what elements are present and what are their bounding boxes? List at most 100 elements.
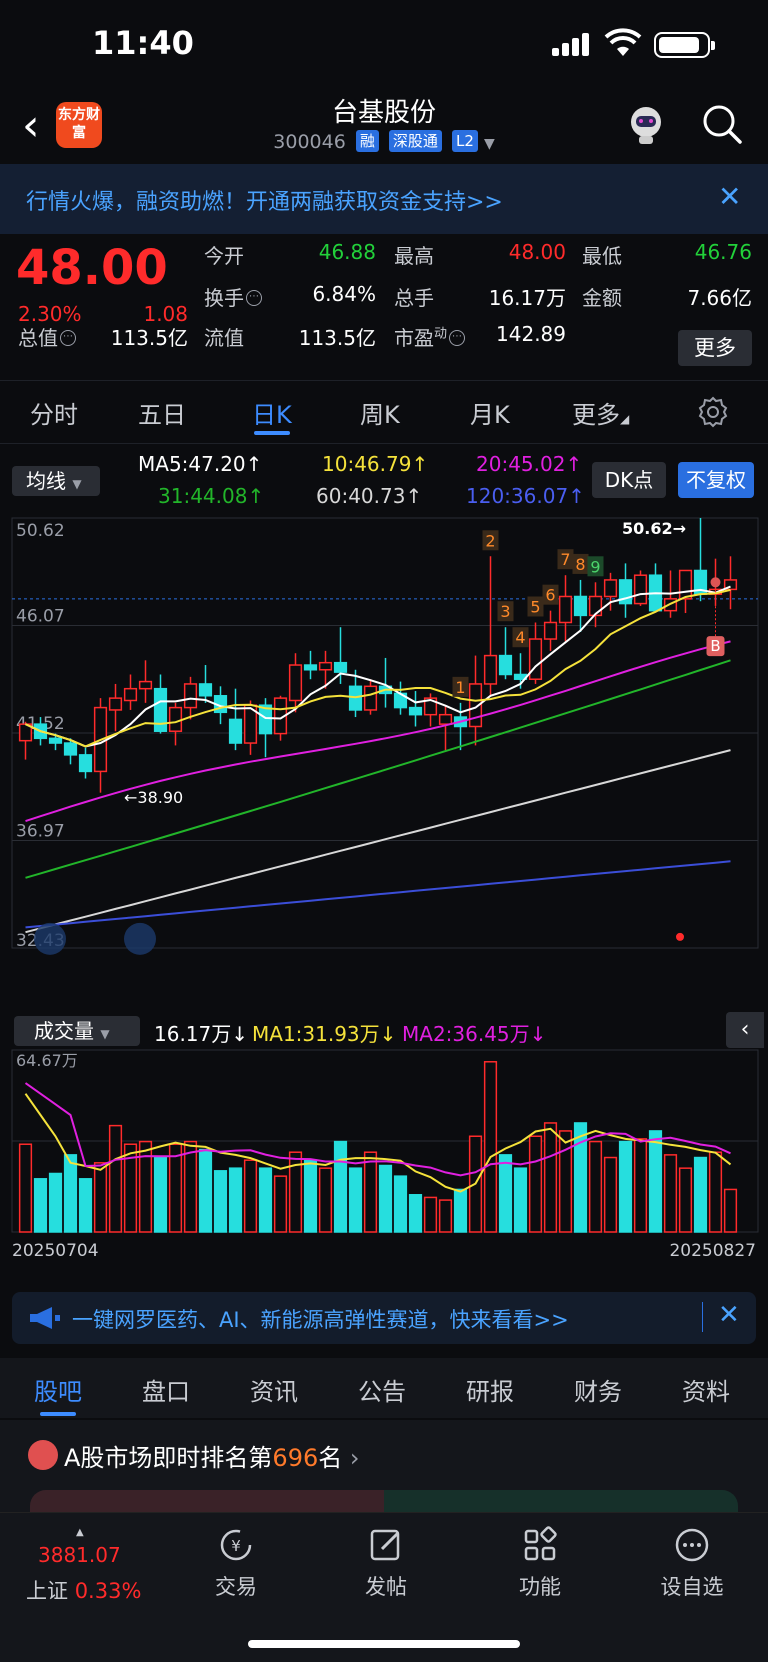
tab-news[interactable]: 资讯 — [250, 1372, 298, 1407]
status-bar: 11:40 — [0, 0, 768, 92]
volume-bar — [483, 1061, 498, 1233]
tag-connect: 深股通 — [388, 130, 442, 152]
volume-bar — [108, 1124, 123, 1233]
volume-bar — [378, 1164, 393, 1233]
dropdown-icon[interactable]: ▼ — [484, 136, 495, 152]
close-icon[interactable]: ✕ — [718, 1300, 740, 1330]
ma60-line — [25, 749, 731, 934]
promo-banner-bottom[interactable]: 一键网罗医药、AI、新能源高弹性赛道，快来看看>> ✕ — [12, 1292, 756, 1344]
volume-bar — [318, 1167, 333, 1233]
candle-body — [123, 687, 138, 702]
date-start: 20250704 — [12, 1241, 99, 1261]
volume-bar — [273, 1175, 288, 1233]
mcap-label[interactable]: 总值 ⋯ — [18, 322, 76, 351]
volume-bar — [303, 1159, 318, 1233]
tab-daily[interactable]: 日K — [252, 395, 292, 430]
td-marker-label: 2 — [485, 531, 495, 550]
candle-body — [288, 664, 303, 702]
volume-bar — [78, 1178, 93, 1233]
adjust-button[interactable]: 不复权 — [678, 462, 754, 498]
edit-icon — [370, 1529, 400, 1561]
nav-bar: ‹ 东方财富 台基股份 300046 融 深股通 L2 ▼ — [0, 92, 768, 162]
more-button[interactable]: 更多 — [678, 330, 752, 366]
tab-more[interactable]: 更多◢ — [572, 395, 629, 430]
volume-bar — [228, 1167, 243, 1233]
tab-profile[interactable]: 资料 — [682, 1372, 730, 1407]
signal-icon — [552, 32, 592, 56]
candle-body — [543, 621, 558, 640]
volume-bar — [693, 1156, 708, 1233]
volume-select[interactable]: 成交量 ▼ — [14, 1016, 140, 1046]
search-icon[interactable] — [700, 102, 744, 146]
info-icon[interactable]: ⋯ — [60, 330, 76, 346]
gear-icon[interactable] — [696, 395, 730, 429]
volume-bar — [558, 1130, 573, 1233]
tab-notices[interactable]: 公告 — [358, 1372, 406, 1407]
candle-body — [198, 683, 213, 697]
volume-bar — [363, 1151, 378, 1233]
rank-section[interactable]: A股市场即时排名第696名 › — [0, 1420, 768, 1520]
grid-icon — [524, 1526, 557, 1561]
volume-max-label: 64.67万 — [16, 1051, 78, 1070]
volume-chart[interactable]: 64.67万 20250704 20250827 — [0, 1048, 768, 1274]
volume-bar — [63, 1154, 78, 1233]
promo-bottom-text[interactable]: 一键网罗医药、AI、新能源高弹性赛道，快来看看>> — [72, 1304, 569, 1334]
collapse-icon[interactable]: ‹ — [726, 1012, 764, 1048]
tab-research[interactable]: 研报 — [466, 1372, 514, 1407]
dock-trade[interactable]: ¥ 交易 — [186, 1525, 286, 1601]
period-tabs: 分时 五日 日K 周K 月K 更多◢ — [0, 380, 768, 444]
candle-body — [138, 680, 153, 690]
volume-bar — [348, 1167, 363, 1233]
volume-bar — [528, 1135, 543, 1233]
high-value: 48.00 — [508, 240, 566, 264]
info-icon[interactable]: ⋯ — [246, 290, 262, 306]
tab-finance[interactable]: 财务 — [574, 1372, 622, 1407]
volume-bar — [168, 1143, 183, 1233]
tab-forum[interactable]: 股吧 — [34, 1372, 82, 1407]
last-price: 48.00 — [16, 240, 168, 296]
volume-bar — [453, 1188, 468, 1233]
ma120-label: 120:36.07↑ — [466, 484, 585, 508]
dock-functions[interactable]: 功能 — [490, 1525, 590, 1601]
more-icon — [675, 1528, 709, 1562]
volume-value: 16.17万↓ — [154, 1022, 249, 1046]
volume-bar — [588, 1140, 603, 1233]
candle-body — [333, 661, 348, 673]
td-sequence-marker: 7 — [557, 549, 574, 570]
rank-text[interactable]: A股市场即时排名第696名 › — [64, 1438, 359, 1473]
turnover-label[interactable]: 换手 ⋯ — [204, 282, 262, 311]
tab-intraday[interactable]: 分时 — [30, 395, 78, 430]
td-sequence-marker: 9 — [587, 556, 604, 577]
high-label: 最高 — [394, 244, 434, 268]
robot-icon[interactable] — [622, 100, 670, 148]
candlestick-chart[interactable]: 50.6246.0741.5236.9732.4350.62→←38.90123… — [0, 512, 768, 1012]
current-dot — [710, 577, 721, 588]
volume-bar — [93, 1162, 108, 1233]
tab-monthly[interactable]: 月K — [470, 395, 510, 430]
divider — [702, 1302, 703, 1332]
tag-l2: L2 — [451, 130, 478, 152]
promo-banner[interactable]: 行情火爆，融资助燃！开通两融获取资金支持>> ✕ — [0, 164, 768, 234]
content-tabs: 股吧 盘口 资讯 公告 研报 财务 资料 — [0, 1358, 768, 1418]
info-icon[interactable]: ⋯ — [449, 330, 466, 346]
dock-post[interactable]: 发帖 — [336, 1525, 436, 1601]
volume-bar — [573, 1122, 588, 1233]
turnover-value: 6.84% — [312, 282, 376, 306]
dock-watchlist[interactable]: 设自选 — [642, 1525, 742, 1601]
pe-label[interactable]: 市盈动 ⋯ — [394, 322, 466, 351]
y-tick-label: 50.62 — [16, 521, 65, 541]
volume-bar — [543, 1122, 558, 1233]
tab-orderbook[interactable]: 盘口 — [142, 1372, 190, 1407]
td-marker-label: 5 — [530, 597, 540, 616]
tab-weekly[interactable]: 周K — [360, 395, 400, 430]
indicator-select[interactable]: 均线 ▼ — [12, 466, 100, 496]
td-sequence-marker: 4 — [512, 627, 529, 648]
stock-code: 300046 — [273, 131, 346, 153]
volume-bar — [243, 1159, 258, 1233]
dk-button[interactable]: DK点 — [592, 462, 666, 498]
close-icon[interactable]: ✕ — [718, 180, 741, 213]
promo-text[interactable]: 行情火爆，融资助燃！开通两融获取资金支持>> — [26, 184, 503, 216]
ma5-label: MA5:47.20↑ — [138, 452, 263, 476]
candle-body — [63, 742, 78, 756]
tab-5day[interactable]: 五日 — [138, 395, 186, 430]
